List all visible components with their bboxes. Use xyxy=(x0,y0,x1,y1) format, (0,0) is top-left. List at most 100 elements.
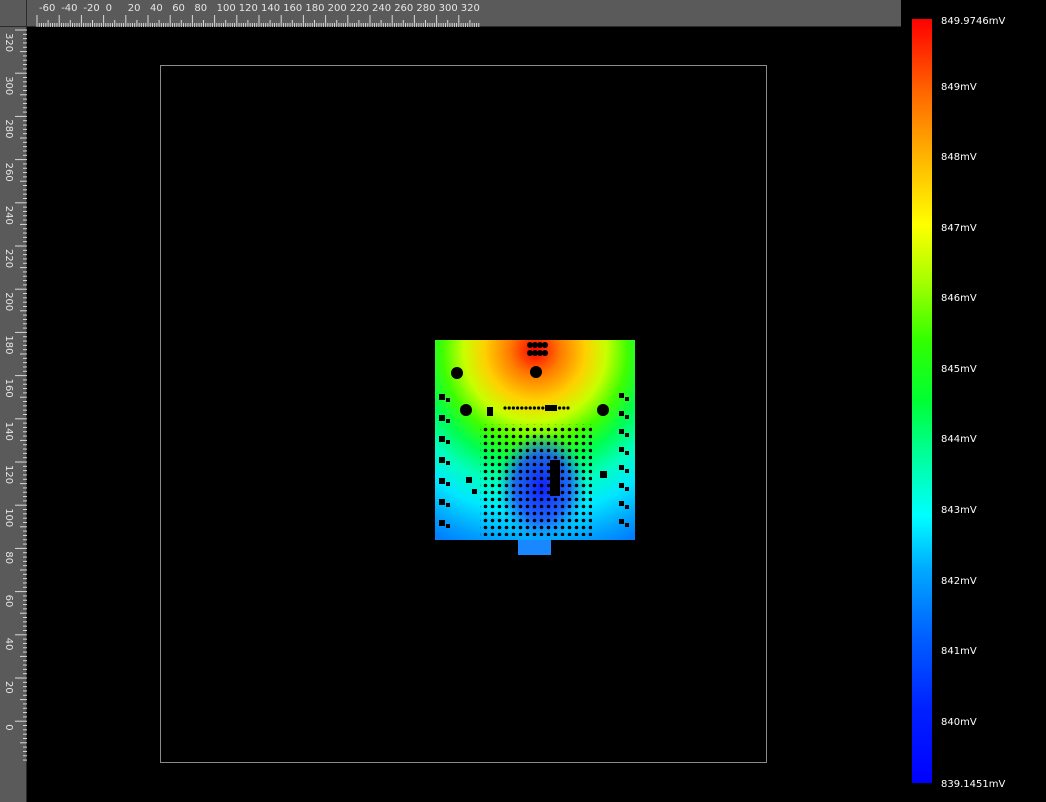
pad xyxy=(625,433,629,437)
ruler-left-label: 100 xyxy=(3,508,14,527)
ruler-top-label: 140 xyxy=(261,3,280,14)
ruler-left-label: 60 xyxy=(3,595,14,608)
pad xyxy=(439,520,445,526)
pad xyxy=(472,489,477,494)
ruler-top-label: 220 xyxy=(350,3,369,14)
ruler-left-label: 140 xyxy=(3,422,14,441)
pad xyxy=(446,524,450,528)
ruler-left-label: 0 xyxy=(3,724,14,730)
ruler-top-label: 80 xyxy=(194,3,207,14)
ruler-top-label: 280 xyxy=(416,3,435,14)
ruler-top-label: 160 xyxy=(283,3,302,14)
pad xyxy=(439,436,445,442)
pad xyxy=(446,419,450,423)
colorbar-tick-label: 845mV xyxy=(941,363,977,375)
ruler-left-label: 120 xyxy=(3,465,14,484)
ruler-left-label: 220 xyxy=(3,249,14,268)
pad xyxy=(600,471,607,478)
pad xyxy=(619,447,624,452)
pad xyxy=(619,501,624,506)
mounting-hole xyxy=(460,404,472,416)
colorbar-tick-label: 843mV xyxy=(941,505,977,517)
pad xyxy=(439,394,445,400)
via xyxy=(537,406,541,410)
ruler-top-label: 200 xyxy=(328,3,347,14)
colorbar-max-label: 849.9746mV xyxy=(941,16,1006,27)
ruler-left-label: 20 xyxy=(3,681,14,694)
pad xyxy=(619,465,624,470)
ruler-left-label: 320 xyxy=(3,33,14,52)
ruler-left-label: 180 xyxy=(3,335,14,354)
via xyxy=(532,406,536,410)
ruler-top-label: 180 xyxy=(305,3,324,14)
pad xyxy=(446,482,450,486)
via xyxy=(541,406,545,410)
pad xyxy=(439,478,445,484)
pad xyxy=(625,469,629,473)
ruler-left-label: 260 xyxy=(3,163,14,182)
ruler-top-label: 100 xyxy=(217,3,236,14)
colorbar-tick-label: 848mV xyxy=(941,152,977,164)
ruler-left-label: 300 xyxy=(3,76,14,95)
ruler-top-label: 20 xyxy=(128,3,141,14)
ruler-left-label: 200 xyxy=(3,292,14,311)
colorbar-tick-label: 841mV xyxy=(941,646,977,658)
voltage-heatmap[interactable] xyxy=(27,27,901,802)
ruler-top-label: 120 xyxy=(239,3,258,14)
ruler-top-label: 0 xyxy=(106,3,112,14)
colorbar-tick-label: 842mV xyxy=(941,575,977,587)
ruler-top-label: 40 xyxy=(150,3,163,14)
pad xyxy=(625,487,629,491)
via xyxy=(566,406,570,410)
via xyxy=(520,406,524,410)
colorbar-tick-label: 849mV xyxy=(941,81,977,93)
pad xyxy=(625,451,629,455)
ruler-left-label: 40 xyxy=(3,638,14,651)
colorbar-min-label: 839.1451mV xyxy=(941,779,1006,790)
ruler-top-label: -60 xyxy=(39,3,55,14)
colorbar-tick-label: 840mV xyxy=(941,716,977,728)
connector-pin xyxy=(542,342,548,348)
via xyxy=(562,406,566,410)
via xyxy=(516,406,520,410)
pad xyxy=(446,503,450,507)
colorbar-tick-label: 846mV xyxy=(941,293,977,305)
pad xyxy=(545,405,557,411)
ruler-top-label: -20 xyxy=(83,3,99,14)
ruler-left-label: 160 xyxy=(3,379,14,398)
pad xyxy=(619,393,624,398)
via xyxy=(558,406,562,410)
pad xyxy=(550,460,560,496)
mounting-hole xyxy=(597,404,609,416)
connector-pin xyxy=(542,350,548,356)
ruler-left-label: 80 xyxy=(3,551,14,564)
colorbar-legend xyxy=(912,19,932,783)
ruler-top-label: 300 xyxy=(439,3,458,14)
colorbar-tick-label: 844mV xyxy=(941,434,977,446)
heatmap-canvas[interactable] xyxy=(27,27,901,802)
ruler-top-label: 60 xyxy=(172,3,185,14)
pad xyxy=(619,429,624,434)
via-array xyxy=(480,424,592,536)
ruler-corner xyxy=(0,0,27,27)
vertical-ruler[interactable]: 320 300 280 260 240 220 200 180 160 140 120 100 80 60… xyxy=(0,27,27,802)
pad xyxy=(439,499,445,505)
via xyxy=(507,406,511,410)
via xyxy=(511,406,515,410)
ruler-left-label: 240 xyxy=(3,206,14,225)
via xyxy=(503,406,507,410)
ruler-left-label: 280 xyxy=(3,119,14,138)
via xyxy=(524,406,528,410)
ruler-top-label: -40 xyxy=(61,3,77,14)
horizontal-ruler[interactable]: -60 -40 -20 0 20 40 60 80 100 120 140 160 180 200 220 2… xyxy=(27,0,901,27)
pad xyxy=(625,415,629,419)
pad xyxy=(439,415,445,421)
pad xyxy=(625,397,629,401)
pad xyxy=(446,461,450,465)
pad xyxy=(619,411,624,416)
ruler-top-label: 260 xyxy=(394,3,413,14)
pad xyxy=(446,398,450,402)
mounting-hole xyxy=(451,367,463,379)
ruler-top-label: 240 xyxy=(372,3,391,14)
pad xyxy=(619,483,624,488)
